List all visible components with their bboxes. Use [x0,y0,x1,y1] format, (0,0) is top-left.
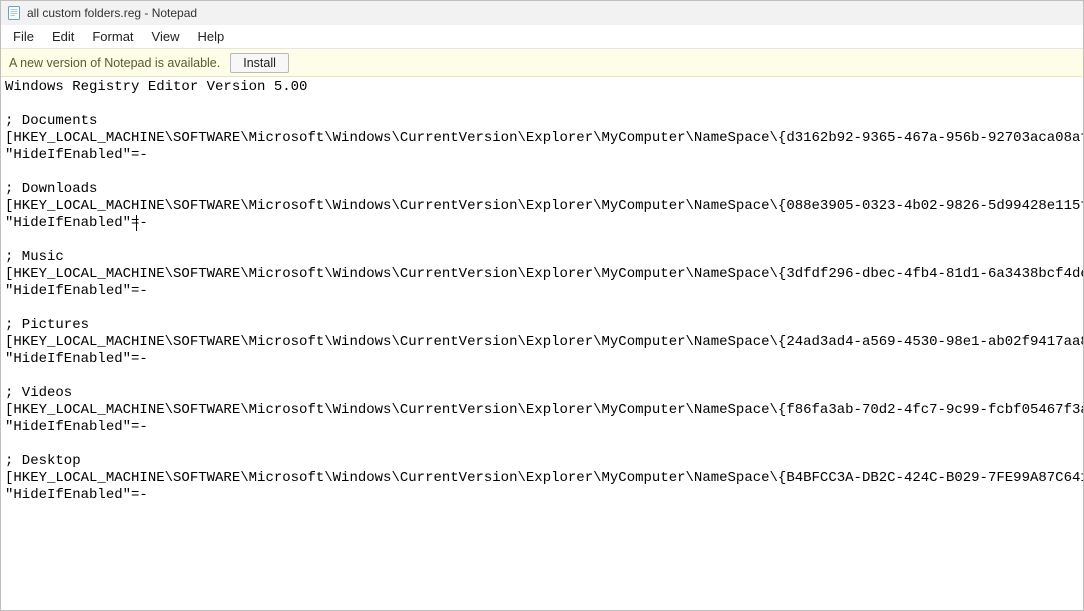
menu-file[interactable]: File [5,27,42,46]
menubar: File Edit Format View Help [1,25,1083,49]
notepad-window: all custom folders.reg - Notepad File Ed… [0,0,1084,611]
update-message: A new version of Notepad is available. [9,56,220,70]
editor-content[interactable]: Windows Registry Editor Version 5.00 ; D… [1,77,1083,506]
text-caret [136,215,137,231]
menu-format[interactable]: Format [84,27,141,46]
update-infobar: A new version of Notepad is available. I… [1,49,1083,77]
menu-help[interactable]: Help [189,27,232,46]
text-editor[interactable]: Windows Registry Editor Version 5.00 ; D… [1,77,1083,610]
menu-edit[interactable]: Edit [44,27,82,46]
titlebar: all custom folders.reg - Notepad [1,1,1083,25]
menu-view[interactable]: View [144,27,188,46]
install-button[interactable]: Install [230,53,289,73]
notepad-icon [7,6,21,20]
window-title: all custom folders.reg - Notepad [27,6,197,20]
